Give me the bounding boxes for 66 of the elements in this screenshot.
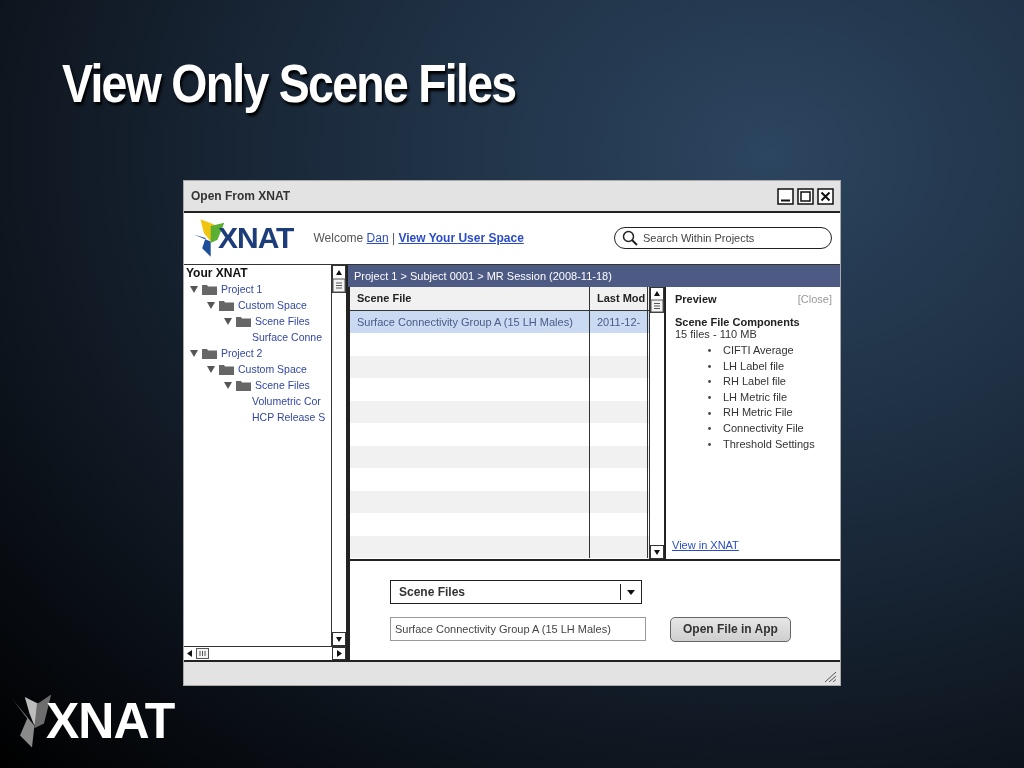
expanded-arrow-icon[interactable] — [207, 300, 215, 310]
expanded-arrow-icon[interactable] — [190, 284, 198, 294]
minimize-icon[interactable] — [777, 187, 794, 205]
scroll-down-icon[interactable] — [650, 545, 664, 559]
bullet-icon — [708, 364, 711, 368]
folder-icon — [236, 315, 251, 327]
folder-icon — [219, 299, 234, 311]
component-item: LH Metric file — [723, 389, 788, 405]
user-space-link[interactable]: View Your User Space — [398, 231, 524, 245]
component-item: Threshold Settings — [723, 436, 815, 452]
bullet-icon — [708, 349, 711, 353]
tree-item[interactable]: Scene Files — [255, 315, 310, 327]
bullet-icon — [708, 411, 711, 415]
table-row[interactable]: Surface Connectivity Group A (15 LH Males) 2011-12- — [350, 310, 649, 333]
folder-icon — [202, 347, 217, 359]
bullet-icon — [708, 442, 711, 446]
search-field[interactable]: Search Within Projects — [614, 227, 832, 249]
maximize-icon[interactable] — [797, 187, 814, 205]
table-cell: Surface Connectivity Group A (15 LH Males) — [350, 310, 590, 333]
preview-title: Preview — [675, 293, 717, 305]
table-cell: 2011-12- — [590, 310, 648, 333]
bullet-icon — [708, 380, 711, 384]
window-title: Open From XNAT — [191, 189, 291, 203]
file-summary: 15 files - 110 MB — [675, 328, 758, 340]
bullet-icon — [708, 427, 711, 431]
component-item: CIFTI Average — [723, 343, 794, 358]
tree-title: Your XNAT — [186, 266, 249, 281]
tree-item[interactable]: Scene Files — [255, 379, 310, 391]
scrollbar-up-icon[interactable] — [332, 265, 346, 293]
expanded-arrow-icon[interactable] — [207, 364, 215, 374]
expanded-arrow-icon[interactable] — [224, 316, 232, 326]
tree-item[interactable]: HCP Release S — [252, 411, 326, 423]
component-item: Connectivity File — [723, 420, 804, 436]
close-icon[interactable] — [817, 187, 834, 205]
tree-item[interactable]: Project 2 — [221, 347, 263, 359]
tree-item[interactable]: Surface Conne — [252, 331, 323, 343]
folder-icon — [202, 283, 217, 295]
folder-icon — [236, 379, 251, 391]
file-name-field[interactable]: Surface Connectivity Group A (15 LH Males) — [390, 616, 646, 641]
tree-item[interactable]: Volumetric Cor — [252, 395, 321, 407]
logo-text: XNAT — [218, 223, 294, 253]
breadcrumb-bar: Project 1 > Subject 0001 > MR Session (2008-11-18) — [348, 265, 840, 287]
column-header[interactable]: Last Mod — [590, 287, 648, 310]
scrollbar-up-icon[interactable] — [650, 287, 664, 313]
bullet-icon — [708, 396, 711, 400]
file-type-dropdown[interactable]: Scene Files — [390, 579, 642, 604]
user-link[interactable]: Dan — [366, 231, 389, 245]
tree-item[interactable]: Custom Space — [238, 363, 307, 375]
component-item: LH Label file — [723, 358, 785, 374]
resize-grip-icon[interactable] — [822, 670, 836, 682]
tree-item[interactable]: Custom Space — [238, 299, 307, 311]
scroll-down-icon[interactable] — [332, 632, 346, 646]
component-item: RH Label file — [723, 374, 786, 390]
view-in-xnat-link[interactable]: View in XNAT — [672, 539, 739, 551]
logo-text: XNAT — [46, 696, 175, 746]
scroll-right-icon[interactable] — [332, 647, 346, 660]
column-header[interactable]: Scene File — [350, 287, 590, 310]
component-item: RH Metric File — [723, 405, 793, 421]
components-heading: Scene File Components — [675, 316, 801, 328]
folder-icon — [219, 363, 234, 375]
welcome-text: Welcome Dan | View Your User Space — [313, 231, 524, 245]
slide-title: View Only Scene Files — [62, 52, 517, 115]
tree-item[interactable]: Project 1 — [221, 283, 263, 295]
expanded-arrow-icon[interactable] — [224, 380, 232, 390]
open-file-button[interactable]: Open File in App — [670, 616, 791, 642]
expanded-arrow-icon[interactable] — [190, 348, 198, 358]
